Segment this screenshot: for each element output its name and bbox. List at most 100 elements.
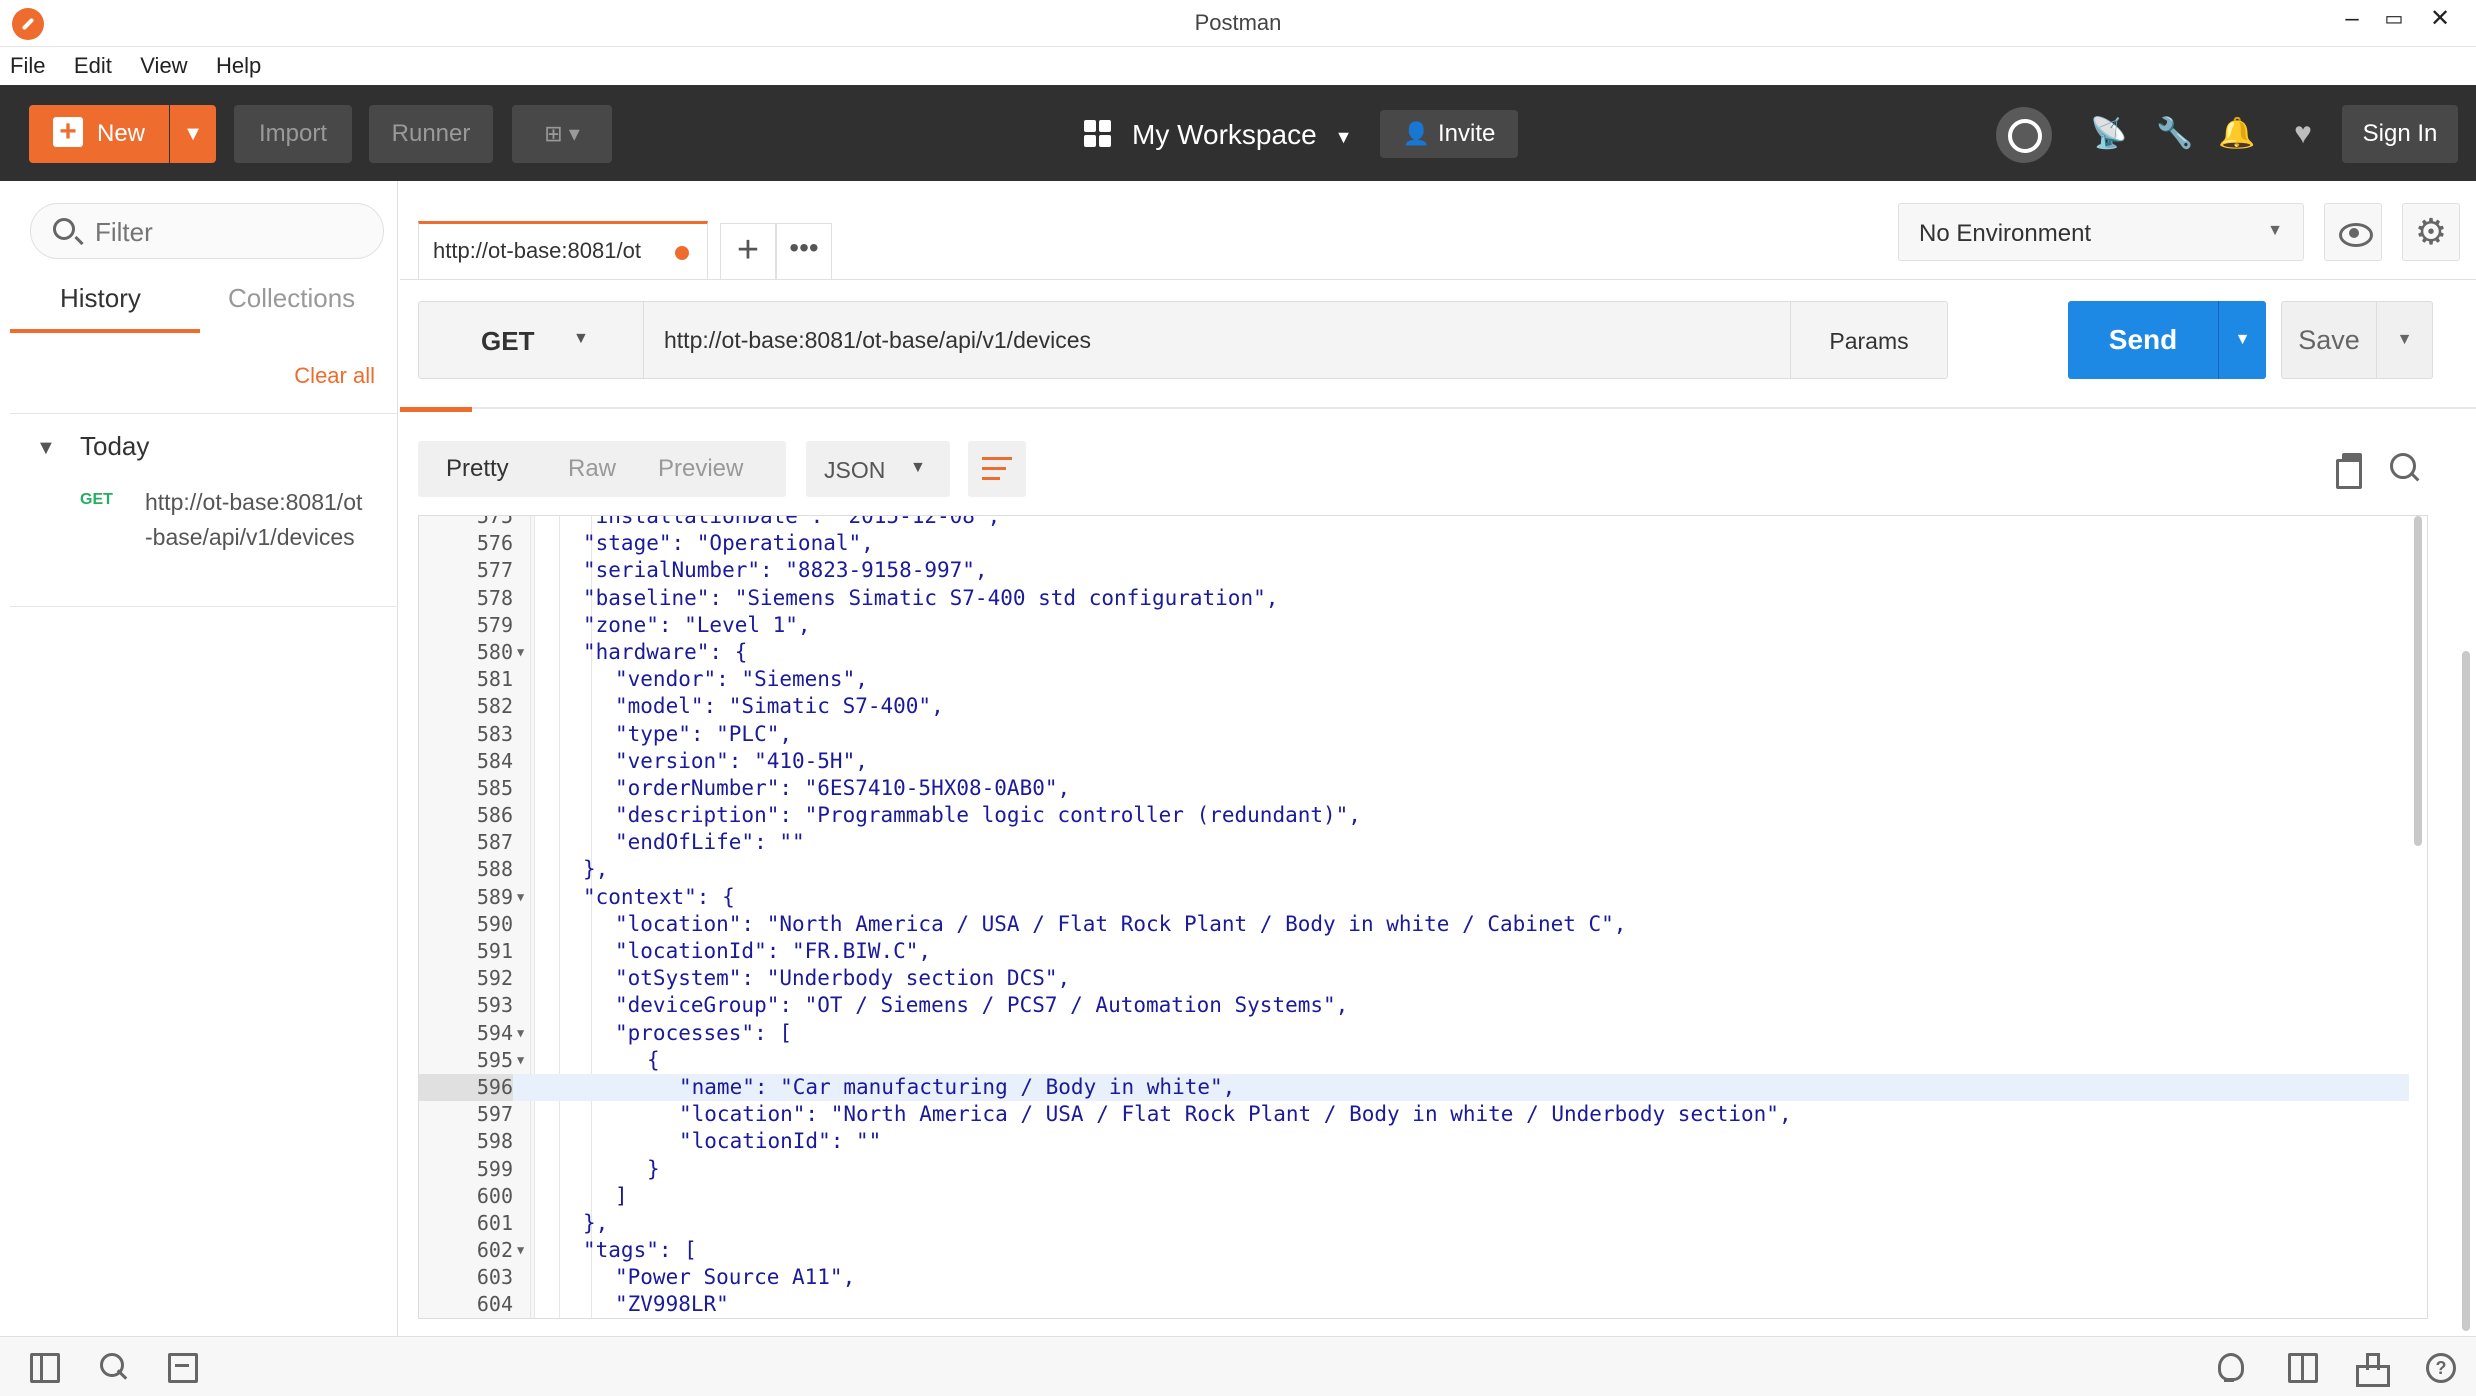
add-tab-button[interactable]: +	[720, 223, 776, 279]
maximize-icon[interactable]: ▭	[2374, 2, 2414, 38]
console-icon[interactable]	[168, 1353, 198, 1383]
new-window-icon: ⊞ ▾	[544, 121, 580, 146]
line-number: 595	[476, 1047, 513, 1072]
save-dropdown-button[interactable]: ▼	[2377, 301, 2433, 379]
fold-caret-icon[interactable]: ▼	[517, 884, 524, 911]
response-body-viewer[interactable]: 575 "installationDate": "2015-12-08", 576 "…	[418, 515, 2428, 1319]
search-icon[interactable]	[2390, 453, 2420, 483]
find-icon[interactable]	[100, 1353, 130, 1383]
code-text: "locationId": "FR.BIW.C",	[615, 939, 932, 963]
more-tabs-button[interactable]: •••	[776, 223, 832, 279]
request-tab[interactable]: http://ot-base:8081/ot	[418, 221, 708, 279]
bell-icon[interactable]: 🔔	[2214, 111, 2260, 157]
sidebar-toggle-icon[interactable]	[30, 1353, 60, 1383]
caret-down-icon: ▼	[573, 330, 589, 347]
code-text: "stage": "Operational",	[583, 531, 874, 556]
menu-file[interactable]: File	[0, 47, 53, 79]
url-input[interactable]	[643, 301, 1791, 379]
fold-caret-icon[interactable]: ▼	[517, 1237, 524, 1264]
filter-field[interactable]	[30, 203, 384, 259]
code-text: "locationId": ""	[679, 1129, 882, 1154]
code-text: ]	[615, 1183, 628, 1208]
menu-edit[interactable]: Edit	[64, 47, 120, 79]
format-select[interactable]: JSON ▼	[806, 441, 950, 497]
code-line: 595 ▼ {	[419, 1047, 2409, 1074]
invite-button[interactable]: 👤 Invite	[1380, 110, 1518, 158]
collapse-caret-icon[interactable]: ▼	[36, 437, 56, 460]
fold-caret-icon[interactable]: ▼	[517, 1047, 524, 1074]
code-line: 597 "location": "North America / USA / Fl…	[419, 1101, 2409, 1128]
divider	[10, 606, 398, 607]
import-button[interactable]: Import	[234, 105, 352, 163]
minimize-icon[interactable]: –	[2332, 2, 2372, 38]
code-line: 603 "Power Source A11",	[419, 1264, 2409, 1291]
code-line: 586 "description": "Programmable logic co…	[419, 802, 2409, 829]
new-window-button[interactable]: ⊞ ▾	[512, 105, 612, 163]
environment-select[interactable]: No Environment ▼	[1898, 203, 2304, 261]
line-number: 578	[476, 585, 513, 610]
save-button[interactable]: Save	[2281, 301, 2377, 379]
code-line: 577 "serialNumber": "8823-9158-997",	[419, 557, 2409, 584]
new-button-label: New	[96, 120, 145, 147]
line-number: 581	[476, 667, 513, 692]
bootcamp-icon[interactable]	[2356, 1353, 2390, 1387]
code-line: 588},	[419, 856, 2409, 883]
clear-all-link[interactable]: Clear all	[294, 363, 375, 389]
code-text: "version": "410-5H",	[615, 748, 868, 773]
send-button[interactable]: Send	[2068, 301, 2218, 379]
workspace-selector[interactable]: My Workspace ▼	[1084, 113, 1352, 157]
history-group-today[interactable]: Today	[80, 431, 149, 462]
code-line: 587 "endOfLife": ""	[419, 829, 2409, 856]
history-item-url[interactable]: http://ot-base:8081/ot-base/api/v1/devic…	[145, 485, 365, 555]
view-pretty-button[interactable]: Pretty	[446, 455, 509, 483]
environment-quick-look-button[interactable]	[2324, 203, 2382, 261]
divider	[400, 279, 1876, 280]
code-text: "zone": "Level 1",	[583, 612, 811, 637]
code-line: 578 "baseline": "Siemens Simatic S7-400 s…	[419, 585, 2409, 612]
heart-icon[interactable]: ♥	[2280, 111, 2326, 157]
help-icon[interactable]: ?	[2426, 1353, 2456, 1383]
code-text: "description": "Programmable logic contr…	[615, 803, 1361, 828]
code-line: 593 "deviceGroup": "OT / Siemens / PCS7 /…	[419, 992, 2409, 1019]
copy-icon[interactable]	[2336, 453, 2364, 489]
new-button[interactable]: + New	[29, 105, 169, 163]
main-scrollbar[interactable]	[2462, 651, 2470, 1331]
satellite-icon[interactable]: 📡	[2086, 111, 2132, 157]
fold-caret-icon[interactable]: ▼	[517, 1020, 524, 1047]
tab-history[interactable]: History	[60, 283, 141, 334]
line-number: 585	[476, 775, 513, 800]
code-text: "installationDate": "2015-12-08",	[583, 515, 1001, 528]
response-scrollbar[interactable]	[2414, 516, 2422, 846]
filter-input[interactable]	[95, 214, 365, 250]
format-value: JSON	[824, 457, 886, 483]
sign-in-button[interactable]: Sign In	[2342, 105, 2458, 163]
tab-collections[interactable]: Collections	[228, 283, 355, 334]
view-preview-button[interactable]: Preview	[658, 455, 743, 483]
wrench-icon[interactable]: 🔧	[2152, 111, 2198, 157]
divider	[1876, 279, 2476, 280]
line-number: 601	[476, 1210, 513, 1235]
line-number: 576	[476, 531, 513, 556]
line-number: 596	[419, 1073, 513, 1102]
status-bar: ?	[0, 1336, 2476, 1396]
send-dropdown-button[interactable]: ▼	[2218, 301, 2266, 379]
workspace-grid-icon	[1084, 119, 1112, 148]
two-pane-layout-icon[interactable]	[2288, 1353, 2318, 1383]
code-line: 583 "type": "PLC",	[419, 721, 2409, 748]
new-dropdown-button[interactable]: ▼	[170, 105, 216, 163]
view-raw-button[interactable]: Raw	[568, 455, 616, 483]
code-text: "ZV998LR"	[615, 1292, 729, 1317]
history-item-method[interactable]: GET	[80, 491, 113, 509]
wrap-lines-button[interactable]	[968, 441, 1026, 497]
runner-button[interactable]: Runner	[369, 105, 493, 163]
menu-view[interactable]: View	[130, 47, 195, 79]
line-number: 577	[476, 558, 513, 583]
fold-caret-icon[interactable]: ▼	[517, 639, 524, 666]
gear-icon[interactable]: ⚙	[2402, 203, 2460, 261]
sync-status-icon[interactable]	[1996, 107, 2052, 163]
menu-help[interactable]: Help	[206, 47, 269, 79]
close-icon[interactable]: ✕	[2420, 2, 2460, 38]
lightbulb-icon[interactable]	[2214, 1353, 2244, 1383]
params-button[interactable]: Params	[1790, 301, 1948, 379]
method-select[interactable]: GET ▼	[418, 301, 644, 379]
